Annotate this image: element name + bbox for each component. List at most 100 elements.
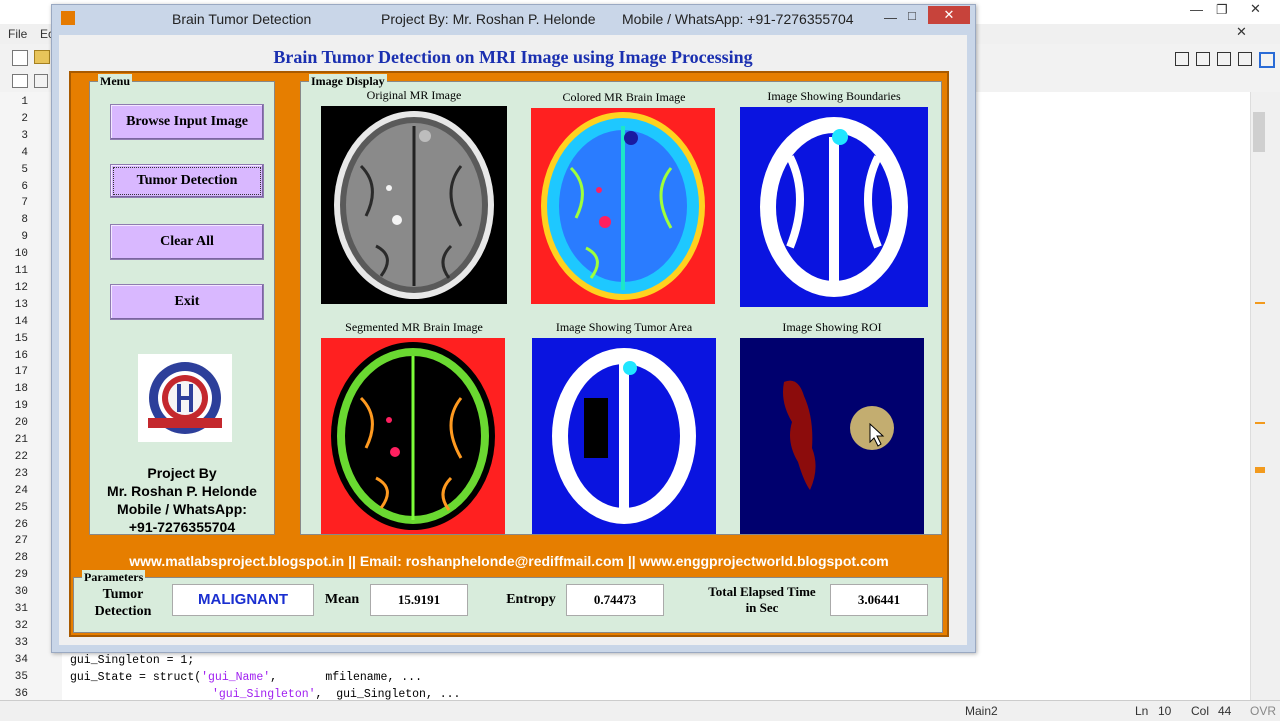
detection-label-line-2: Detection (94, 604, 152, 619)
credits-line-1: Project By (147, 465, 217, 481)
tile-horizontal-icon[interactable] (1217, 52, 1231, 66)
line-number: 1 (21, 96, 28, 108)
status-col: 44 (1218, 704, 1232, 718)
elapsed-time-label: Total Elapsed Time in Sec (700, 584, 824, 616)
tumor-detection-result: MALIGNANT (172, 584, 314, 616)
line-number: 35 (14, 670, 28, 683)
restore-icon[interactable]: □ (908, 8, 916, 23)
line-number: 17 (14, 366, 28, 379)
editor-scrollbar[interactable] (1250, 92, 1269, 700)
line-number: 18 (14, 383, 28, 396)
entropy-value: 0.74473 (566, 584, 664, 616)
colored-mr-image (531, 108, 715, 304)
elapsed-time-label-line-1: Total Elapsed Time (708, 584, 816, 599)
line-number: 36 (14, 687, 28, 700)
minimize-icon[interactable]: — (884, 10, 897, 25)
caption-tumor-area: Image Showing Tumor Area (555, 320, 693, 334)
tile-vertical-icon[interactable] (1196, 52, 1210, 66)
float-icon[interactable] (1238, 52, 1252, 66)
line-number: 11 (14, 265, 28, 277)
doc-close-icon[interactable]: ✕ (1236, 24, 1247, 40)
status-col-label: Col (1191, 704, 1210, 718)
tumor-detection-button[interactable]: Tumor Detection (110, 164, 264, 198)
line-number: 5 (21, 163, 28, 176)
open-folder-icon[interactable] (34, 50, 50, 64)
elapsed-time-value: 3.06441 (830, 584, 928, 616)
maximize-doc-icon[interactable] (1259, 52, 1275, 68)
line-number: 23 (14, 467, 28, 480)
line-number: 16 (14, 349, 28, 362)
logo (138, 354, 232, 442)
warning-marker[interactable] (1255, 467, 1265, 473)
line-number: 32 (14, 619, 28, 632)
detection-label-line-1: Tumor (102, 587, 144, 602)
footer-links: www.matlabsproject.blogspot.in || Email:… (129, 553, 889, 569)
credits-line-2: Mr. Roshan P. Helonde (107, 483, 257, 499)
new-file-icon[interactable] (12, 50, 28, 66)
status-bar: Main2 Ln 10 Col 44 OVR (0, 700, 1280, 721)
editor-close-icon[interactable]: ✕ (1250, 1, 1261, 17)
line-number: 21 (14, 434, 28, 446)
caption-colored: Colored MR Brain Image (562, 90, 686, 104)
window-project: Project By: Mr. Roshan P. Helonde (381, 11, 596, 27)
line-number: 22 (14, 450, 28, 463)
boundaries-image (740, 107, 928, 307)
code-line-34: gui_Singleton = 1; (70, 654, 195, 667)
line-number: 4 (21, 146, 28, 159)
parameters-group: Parameters Tumor Detection MALIGNANT Mea… (73, 570, 943, 633)
browse-input-button[interactable]: Browse Input Image (110, 104, 264, 140)
gui-client: Brain Tumor Detection on MRI Image using… (59, 35, 967, 645)
line-number: 20 (14, 417, 28, 430)
caption-boundaries: Image Showing Boundaries (767, 89, 901, 103)
line-number: 14 (14, 315, 28, 328)
entropy-label: Entropy (506, 592, 556, 607)
tile-grid-icon[interactable] (1175, 52, 1189, 66)
credits: Project By Mr. Roshan P. Helonde Mobile … (90, 464, 274, 536)
line-number: 19 (14, 400, 28, 413)
line-number: 2 (21, 112, 28, 125)
scrollbar-thumb[interactable] (1253, 112, 1265, 152)
line-number: 6 (21, 180, 28, 193)
line-number: 26 (14, 518, 28, 531)
caption-original: Original MR Image (366, 88, 462, 102)
exit-button[interactable]: Exit (110, 284, 264, 320)
page-title: Brain Tumor Detection on MRI Image using… (273, 47, 753, 67)
line-number: 7 (21, 197, 28, 210)
line-number: 13 (14, 298, 28, 311)
line-number: 31 (14, 603, 28, 615)
status-ln-label: Ln (1135, 704, 1149, 718)
close-icon[interactable]: ✕ (928, 6, 970, 24)
indent-icon[interactable] (12, 74, 28, 88)
original-mr-image (321, 106, 507, 304)
line-number: 29 (14, 569, 28, 582)
line-number: 9 (21, 231, 28, 244)
line-number: 3 (21, 129, 28, 142)
credits-line-3: Mobile / WhatsApp: (117, 501, 247, 517)
caption-segmented: Segmented MR Brain Image (345, 320, 483, 334)
line-number: 27 (14, 535, 28, 548)
warning-marker[interactable] (1255, 422, 1265, 424)
editor-minimize-icon[interactable]: — (1190, 2, 1203, 17)
parameters-label: Parameters (82, 570, 146, 585)
editor-restore-icon[interactable]: ❐ (1216, 2, 1228, 18)
line-number: 30 (14, 586, 28, 599)
line-number: 8 (21, 214, 28, 227)
clear-all-button[interactable]: Clear All (110, 224, 264, 260)
menu-group: Menu Browse Input Image Tumor Detection … (89, 74, 275, 536)
elapsed-time-label-line-2: in Sec (745, 600, 779, 615)
roi-image (740, 338, 924, 534)
status-function: Main2 (965, 704, 998, 718)
gui-window: Brain Tumor Detection Project By: Mr. Ro… (51, 4, 976, 653)
window-mobile: Mobile / WhatsApp: +91-7276355704 (622, 11, 854, 27)
menu-file[interactable]: File (8, 27, 27, 41)
image-display-label: Image Display (309, 74, 387, 89)
mean-value: 15.9191 (370, 584, 468, 616)
line-number: 15 (14, 332, 28, 345)
line-number: 10 (14, 248, 28, 261)
image-display-group: Image Display Original MR Image Colored … (300, 74, 942, 535)
outdent-icon[interactable] (34, 74, 48, 88)
warning-marker[interactable] (1255, 302, 1265, 304)
line-number: 24 (14, 484, 28, 497)
line-number: 28 (14, 552, 28, 565)
matlab-icon (61, 11, 75, 25)
